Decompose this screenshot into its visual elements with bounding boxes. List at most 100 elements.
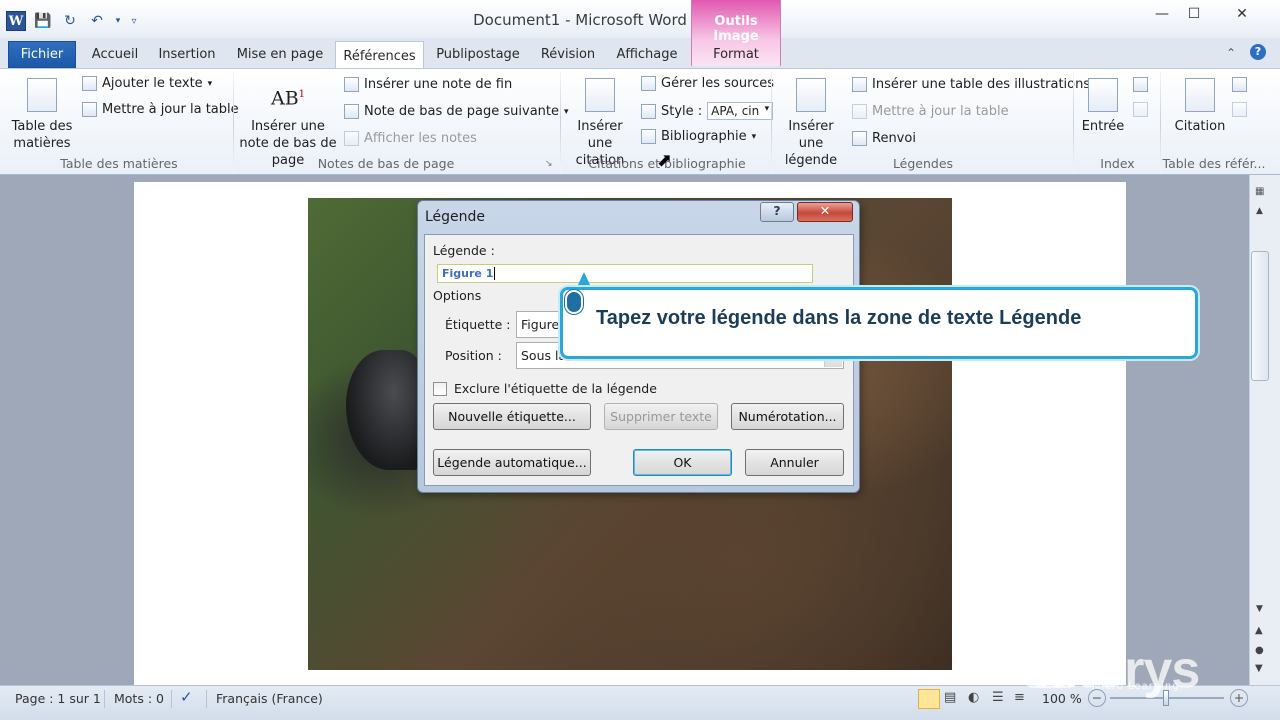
minimize-button[interactable]: — (1146, 4, 1178, 24)
update-toa-icon[interactable] (1232, 102, 1247, 120)
citation-icon (585, 78, 615, 112)
options-label: Options (433, 288, 482, 303)
group-label-toa: Table des référ... (1162, 156, 1266, 171)
mouse-cursor-icon: ⬈ (657, 150, 673, 171)
exclude-label-text: Exclure l'étiquette de la légende (454, 381, 657, 396)
style-value: APA, cin (711, 104, 760, 118)
tab-publipostage[interactable]: Publipostage (432, 41, 524, 68)
update-table-icon (852, 104, 867, 119)
toc-button[interactable]: Table des matières (8, 78, 76, 152)
language[interactable]: Français (France) (216, 691, 323, 706)
previous-page-icon[interactable]: ▲ (1255, 625, 1263, 636)
ruler-toggle-icon[interactable]: ▦ (1255, 186, 1264, 197)
dialog-launcher-icon[interactable]: ↘ (545, 159, 553, 169)
outline-view-icon[interactable]: ☰ (992, 690, 1004, 705)
mark-citation-button[interactable]: Citation (1170, 78, 1230, 135)
endnote-icon (344, 77, 359, 92)
scroll-down-icon[interactable]: ▼ (1256, 604, 1263, 614)
insert-toa-icon[interactable] (1232, 77, 1247, 95)
toc-icon (27, 78, 57, 112)
close-button[interactable]: ✕ (1226, 4, 1258, 24)
add-text-button[interactable]: Ajouter le texte ▾ (82, 76, 212, 91)
new-label-button[interactable]: Nouvelle étiquette... (433, 403, 591, 430)
minimize-ribbon-icon[interactable]: ⌃ (1226, 46, 1236, 60)
bibliography-icon (641, 129, 656, 144)
print-layout-view-icon[interactable] (918, 689, 940, 709)
tab-revision[interactable]: Révision (536, 41, 600, 68)
web-layout-view-icon[interactable]: ◐ (968, 690, 979, 705)
contextual-tab-label: Outils Image (713, 14, 759, 44)
tab-accueil[interactable]: Accueil (84, 41, 146, 68)
next-footnote-icon (344, 104, 359, 119)
delete-label-button[interactable]: Supprimer texte (604, 403, 718, 430)
tutorys-tagline: Micro Learning (1092, 681, 1180, 692)
group-label-footnotes: Notes de bas de page (317, 156, 455, 171)
exclude-label-checkbox[interactable] (433, 382, 447, 396)
tab-mise-en-page[interactable]: Mise en page (232, 41, 328, 68)
autocaption-button[interactable]: Légende automatique... (433, 449, 591, 476)
position-label: Position : (445, 348, 502, 363)
group-label-index: Index (1100, 156, 1135, 171)
group-separator (771, 72, 772, 172)
insert-index-icon[interactable] (1133, 77, 1148, 95)
group-separator (1160, 72, 1161, 172)
tab-insertion[interactable]: Insertion (154, 41, 220, 68)
tab-references[interactable]: Références (335, 41, 424, 70)
caption-label: Légende : (433, 243, 495, 258)
insert-endnote-button[interactable]: Insérer une note de fin (344, 77, 512, 92)
update-figures-table-button[interactable]: Mettre à jour la table (852, 104, 1009, 119)
window-title: Document1 - Microsoft Word (473, 11, 687, 29)
caption-input[interactable]: Figure 1 (437, 264, 813, 283)
ok-button[interactable]: OK (633, 449, 732, 476)
label-label: Étiquette : (445, 317, 511, 332)
proofing-icon[interactable]: ✓ (180, 688, 193, 706)
cross-reference-button[interactable]: Renvoi (852, 131, 916, 146)
cross-reference-icon (852, 131, 867, 146)
add-text-icon (82, 76, 97, 91)
group-label-captions: Légendes (892, 156, 954, 171)
insert-table-figures-button[interactable]: Insérer une table des illustrations (852, 77, 1090, 92)
dialog-help-button[interactable]: ? (760, 202, 794, 222)
help-icon[interactable]: ? (1250, 44, 1266, 60)
manage-sources-icon (641, 76, 656, 91)
cancel-button[interactable]: Annuler (745, 449, 844, 476)
group-separator (560, 72, 561, 172)
page-count[interactable]: Page : 1 sur 1 (15, 691, 101, 706)
status-divider (171, 690, 172, 708)
mark-entry-icon (1088, 78, 1118, 112)
dialog-close-button[interactable]: ✕ (797, 202, 853, 222)
scrollbar-thumb[interactable] (1251, 251, 1269, 381)
update-index-icon[interactable] (1133, 102, 1148, 120)
show-notes-icon (344, 131, 359, 146)
zoom-in-icon[interactable]: + (1230, 689, 1248, 707)
tab-affichage[interactable]: Affichage (612, 41, 682, 68)
draft-view-icon[interactable]: ≡ (1014, 690, 1025, 705)
next-page-icon[interactable]: ▼ (1255, 663, 1263, 674)
status-divider (104, 690, 105, 708)
numbering-button[interactable]: Numérotation... (731, 403, 844, 430)
caption-icon (796, 78, 826, 112)
group-separator (233, 72, 234, 172)
update-toc-button[interactable]: Mettre à jour la table (82, 102, 239, 117)
tab-format[interactable]: Format (696, 41, 776, 68)
tab-fichier[interactable]: Fichier (8, 41, 76, 68)
show-notes-button[interactable]: Afficher les notes (344, 131, 477, 146)
scroll-up-icon[interactable]: ▲ (1256, 206, 1263, 216)
full-screen-view-icon[interactable]: ▤ (944, 690, 956, 705)
bibliography-button[interactable]: Bibliographie ▾ (641, 129, 756, 144)
footnote-icon: AB1 (270, 87, 306, 110)
maximize-button[interactable]: ☐ (1178, 4, 1210, 24)
dialog-title: Légende (425, 209, 486, 225)
group-label-toc: Table des matières (60, 156, 178, 171)
group-separator (1073, 72, 1074, 172)
word-count[interactable]: Mots : 0 (114, 691, 164, 706)
status-divider (206, 690, 207, 708)
table-figures-icon (852, 77, 867, 92)
style-selector[interactable]: Style : APA, cin ▾ (641, 102, 774, 120)
mark-entry-button[interactable]: Entrée (1078, 78, 1128, 135)
manage-sources-button[interactable]: Gérer les sources (641, 76, 774, 91)
callout-text: Tapez votre légende dans la zone de text… (596, 307, 1082, 329)
next-footnote-button[interactable]: Note de bas de page suivante ▾ (344, 104, 569, 119)
browse-object-icon[interactable]: ● (1255, 645, 1264, 656)
mark-citation-icon (1185, 78, 1215, 112)
